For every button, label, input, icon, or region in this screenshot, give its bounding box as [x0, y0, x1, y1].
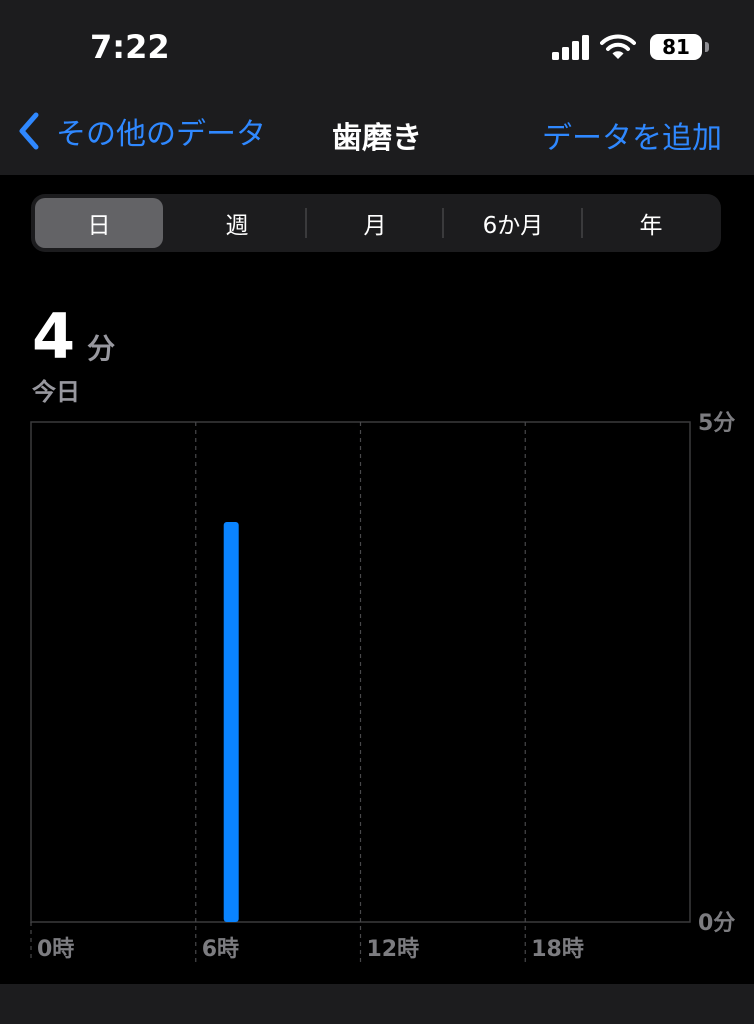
segment-divider [305, 208, 307, 238]
status-time: 7:22 [90, 28, 170, 66]
battery-icon: 81 [650, 34, 709, 60]
nav-bar: その他のデータ 歯磨き データを追加 [0, 95, 754, 175]
y-tick-label: 0分 [698, 911, 735, 936]
y-tick-label: 5分 [698, 411, 735, 436]
segment-six-months[interactable]: 6か月 [449, 198, 577, 248]
x-tick-label: 18時 [531, 937, 584, 962]
x-tick-label: 6時 [202, 937, 239, 962]
x-tick-label: 0時 [37, 937, 74, 962]
segment-divider [442, 208, 444, 238]
bottom-bar [0, 984, 754, 1024]
segment-week[interactable]: 週 [173, 198, 301, 248]
segment-year[interactable]: 年 [587, 198, 715, 248]
period-segmented-control: 日 週 月 6か月 年 [31, 194, 721, 252]
segment-divider [581, 208, 583, 238]
chart: 0時 6時 12時 18時 5分 0分 [0, 400, 754, 980]
battery-nub [705, 42, 709, 52]
segment-month[interactable]: 月 [311, 198, 439, 248]
bar-chart: 0時 6時 12時 18時 5分 0分 [30, 411, 735, 962]
battery-level: 81 [662, 35, 690, 59]
signal-icon [552, 35, 589, 60]
summary-unit: 分 [87, 332, 116, 365]
wifi-icon [600, 34, 636, 59]
status-bar: 7:22 81 [0, 0, 754, 95]
summary-value: 4 分 [32, 300, 116, 373]
data-bar [223, 522, 239, 922]
segment-day[interactable]: 日 [35, 198, 163, 248]
x-tick-label: 12時 [367, 937, 420, 962]
add-data-button[interactable]: データを追加 [542, 113, 722, 157]
summary-number: 4 [32, 300, 76, 373]
